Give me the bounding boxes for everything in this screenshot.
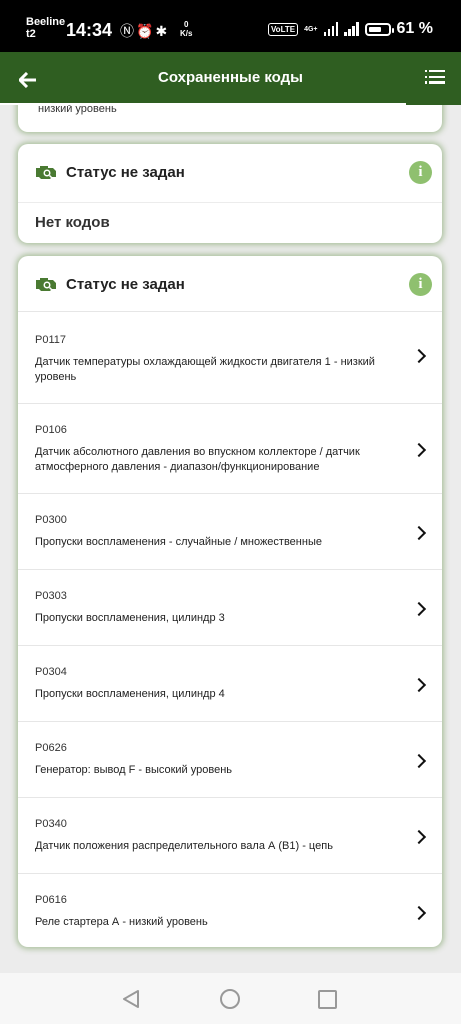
chevron-right-icon (411, 753, 427, 769)
status-card-empty: Статус не задан i Нет кодов (18, 144, 442, 243)
code-row[interactable]: P0303 Пропуски воспламенения, цилиндр 3 (18, 569, 442, 645)
code-row[interactable]: P0106 Датчик абсолютного давления во впу… (18, 403, 442, 493)
nfc-icon: Ⓝ (120, 23, 136, 39)
chevron-right-icon (411, 601, 427, 617)
code-row[interactable]: P0626 Генератор: вывод F - высокий урове… (18, 721, 442, 797)
chevron-right-icon (411, 442, 427, 458)
code-row[interactable]: P0117 Датчик температуры охлаждающей жид… (18, 311, 442, 403)
no-codes-text: Нет кодов (35, 214, 110, 231)
code-description: Пропуски воспламенения - случайные / мно… (35, 536, 322, 548)
app-bar: Сохраненные коды (0, 52, 461, 105)
code-id: P0117 (35, 334, 66, 346)
network-type: 4G+ (304, 25, 318, 33)
code-id: P0303 (35, 590, 67, 602)
code-description: Пропуски воспламенения, цилиндр 3 (35, 612, 225, 624)
net-speed: 0 K/s (180, 20, 192, 38)
code-row[interactable]: P0300 Пропуски воспламенения - случайные… (18, 493, 442, 569)
code-id: P0106 (35, 424, 67, 436)
status-bar: Beeline t2 14:34 Ⓝ⏰✱ 0 K/s VoLTE 4G+ 61 … (0, 0, 461, 52)
chevron-right-icon (411, 348, 427, 364)
code-id: P0626 (35, 742, 67, 754)
chevron-right-icon (411, 677, 427, 693)
card-title: Статус не задан (66, 164, 185, 181)
previous-card: низкий уровень (18, 105, 442, 132)
net-speed-unit: K/s (180, 29, 193, 38)
chevron-right-icon (411, 829, 427, 845)
carrier-sub: t2 (26, 28, 36, 40)
volte-badge: VoLTE (267, 22, 299, 36)
code-description: Генератор: вывод F - высокий уровень (35, 764, 233, 776)
clock: 14:34 (66, 20, 113, 40)
nav-back-icon[interactable] (122, 989, 140, 1009)
status-right: VoLTE 4G+ 61 % (267, 20, 433, 38)
code-description: Датчик положения распределительного вала… (35, 840, 333, 852)
bluetooth-icon: ✱ (155, 23, 170, 39)
code-id: P0340 (35, 818, 67, 830)
nav-home-icon[interactable] (220, 989, 240, 1009)
engine-search-icon (36, 166, 56, 179)
card-title: Статус не задан (66, 276, 185, 293)
code-id: P0304 (35, 666, 67, 678)
code-description: Датчик температуры охлаждающей жидкости … (35, 356, 375, 383)
battery-percent: 61 % (396, 20, 433, 37)
status-card-codes: Статус не задан i P0117 Датчик температу… (18, 256, 442, 947)
info-icon[interactable]: i (409, 273, 432, 296)
codes-scroll-area[interactable]: низкий уровень Статус не задан i Нет код… (0, 105, 461, 973)
chevron-right-icon (411, 525, 427, 541)
card-header: Статус не задан i (18, 144, 442, 198)
list-icon (425, 70, 445, 85)
divider (18, 202, 442, 203)
chevron-right-icon (411, 905, 427, 921)
previous-card-text: низкий уровень (38, 105, 117, 115)
page-title: Сохраненные коды (158, 69, 303, 86)
signal-icon (323, 22, 339, 36)
code-description: Пропуски воспламенения, цилиндр 4 (35, 688, 225, 700)
system-nav-bar (0, 973, 461, 1024)
menu-button[interactable] (425, 70, 445, 88)
info-icon[interactable]: i (409, 161, 432, 184)
carrier-name: Beeline (26, 16, 66, 28)
code-row[interactable]: P0340 Датчик положения распределительног… (18, 797, 442, 873)
code-description: Реле стартера А - низкий уровень (35, 916, 208, 928)
code-list: P0117 Датчик температуры охлаждающей жид… (18, 311, 442, 949)
status-icons: Ⓝ⏰✱ (120, 21, 169, 41)
engine-search-icon (36, 278, 56, 291)
carrier-label: Beeline t2 (26, 16, 65, 40)
code-description: Датчик абсолютного давления во впускном … (35, 446, 360, 473)
code-row[interactable]: P0304 Пропуски воспламенения, цилиндр 4 (18, 645, 442, 721)
card-header: Статус не задан i (18, 256, 442, 310)
nav-recents-icon[interactable] (318, 990, 337, 1009)
signal-icon-2 (344, 22, 359, 36)
code-row[interactable]: P0616 Реле стартера А - низкий уровень (18, 873, 442, 949)
net-speed-value: 0 (184, 20, 189, 29)
alarm-icon: ⏰ (136, 23, 156, 39)
battery-icon (364, 22, 394, 36)
code-id: P0300 (35, 514, 67, 526)
code-id: P0616 (35, 894, 67, 906)
